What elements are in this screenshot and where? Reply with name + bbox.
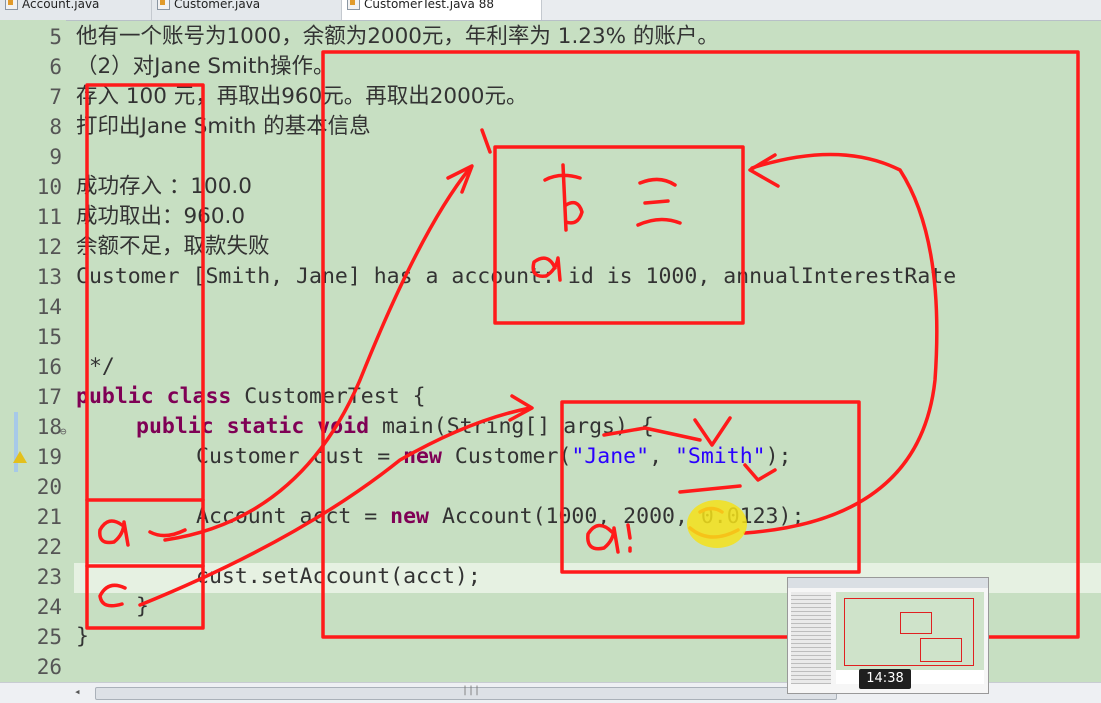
thumbnail-project-tree [791, 592, 831, 684]
code-line-10[interactable]: 成功存入 ：100.0 [76, 172, 252, 202]
string-literal: "Jane" [571, 444, 650, 469]
object-annotation-rect [493, 145, 745, 325]
thumbnail-annotation [900, 612, 932, 634]
thumbnail-toolbar [788, 578, 988, 588]
code-text: main(String[] args) { [369, 414, 654, 439]
outer-annotation-rect [321, 50, 1080, 639]
line-number: 7 [49, 85, 62, 109]
line-number: 16 [36, 355, 62, 379]
keyword: static [226, 414, 305, 439]
code-line-8[interactable]: 打印出Jane Smith 的基本信息 [76, 112, 371, 142]
line-number: 22 [36, 535, 62, 559]
tab-label: CustomerTest.java 88 [364, 0, 494, 11]
code-text: Customer( [441, 444, 572, 469]
scroll-left-arrow-icon[interactable]: ◂ [74, 685, 81, 698]
code-text: , [649, 444, 675, 469]
warning-icon[interactable] [13, 451, 27, 463]
code-line-18[interactable]: public static void main(String[] args) { [136, 412, 654, 442]
java-file-icon [347, 0, 360, 10]
line-number: 12 [36, 235, 62, 259]
code-line-13[interactable]: Customer [Smith, Jane] has a account: id… [76, 262, 956, 292]
code-line-5[interactable]: 他有一个账号为1000，余额为2000元，年利率为 1.23% 的账户。 [76, 22, 719, 52]
ink-stroke [693, 416, 732, 447]
line-number: 17 [36, 385, 62, 409]
line-number: 14 [36, 295, 62, 319]
code-line-24[interactable]: } [136, 592, 149, 622]
keyword: new [390, 504, 430, 529]
line-number: 6 [49, 55, 62, 79]
ink-stroke [480, 128, 492, 154]
code-line-19[interactable]: Customer cust = new Customer("Jane", "Sm… [196, 442, 791, 472]
tab-label: Account.java [22, 0, 100, 11]
ink-stroke [148, 528, 187, 538]
ink-stroke [564, 200, 584, 225]
code-text: CustomerTest { [231, 384, 426, 409]
line-number: 19 [36, 445, 62, 469]
code-text: Account acct = [196, 504, 391, 529]
ink-stroke [638, 177, 677, 187]
code-line-6[interactable]: （2）对Jane Smith操作。 [76, 52, 335, 82]
line-number: 18 [36, 415, 62, 439]
arrow-head [748, 153, 780, 188]
fold-toggle-icon[interactable]: ⊖ [60, 425, 67, 438]
line-number: 23 [36, 565, 62, 589]
line-number: 5 [49, 25, 62, 49]
ink-stroke [561, 163, 568, 232]
tab-account-java[interactable]: Account.java [0, 0, 152, 20]
code-line-11[interactable]: 成功取出：960.0 [76, 202, 245, 232]
code-line-16[interactable]: */ [76, 352, 115, 382]
ink-stroke [678, 484, 742, 494]
ink-stroke [543, 173, 582, 182]
selection-ruler-marker [14, 412, 18, 472]
line-number: 15 [36, 325, 62, 349]
ink-stroke [98, 519, 130, 547]
line-number: 9 [49, 145, 62, 169]
code-line-17[interactable]: public class CustomerTest { [76, 382, 426, 412]
line-number: 13 [36, 265, 62, 289]
line-number: 10 [36, 175, 62, 199]
ink-stroke [643, 199, 670, 205]
ink-stroke [636, 217, 682, 227]
arrow-back-to-object [743, 152, 939, 535]
scrollbar-thumb[interactable]: ||| [95, 685, 837, 700]
keyword: class [166, 384, 232, 409]
tab-customertest-java[interactable]: CustomerTest.java 88 [342, 0, 542, 20]
arrow-head [446, 164, 474, 194]
keyword: void [317, 414, 370, 439]
code-line-7[interactable]: 存入 100 元，再取出960元。再取出2000元。 [76, 82, 527, 112]
code-line-23[interactable]: cust.setAccount(acct); [196, 562, 481, 592]
line-number: 8 [49, 115, 62, 139]
code-text: Customer cust = [196, 444, 404, 469]
java-file-icon [157, 0, 170, 10]
line-number: 21 [36, 505, 62, 529]
keyword: public [136, 414, 214, 439]
line-number: 11 [36, 205, 62, 229]
scrollbar-grip-icon: ||| [462, 685, 481, 696]
code-line-21[interactable]: Account acct = new Account(1000, 2000, 0… [196, 502, 804, 532]
code-line-12[interactable]: 余额不足，取款失败 [76, 232, 270, 262]
code-text: ); [765, 444, 792, 469]
thumbnail-annotation [920, 638, 962, 662]
code-line-25[interactable]: } [76, 622, 89, 652]
code-text: Account(1000, 2000, 0.0123); [429, 504, 805, 529]
line-number: 24 [36, 595, 62, 619]
keyword: new [403, 444, 442, 469]
line-number: 26 [36, 655, 62, 679]
keyword: public [76, 384, 154, 409]
line-number: 25 [36, 625, 62, 649]
video-timestamp-badge: 14:38 [859, 669, 911, 689]
tab-label: Customer.java [174, 0, 261, 11]
line-number: 20 [36, 475, 62, 499]
tab-customer-java[interactable]: Customer.java [152, 0, 342, 20]
editor-tab-bar: Account.java Customer.java CustomerTest.… [0, 0, 1101, 21]
string-literal: "Smith" [674, 444, 766, 469]
java-file-icon [5, 0, 18, 10]
